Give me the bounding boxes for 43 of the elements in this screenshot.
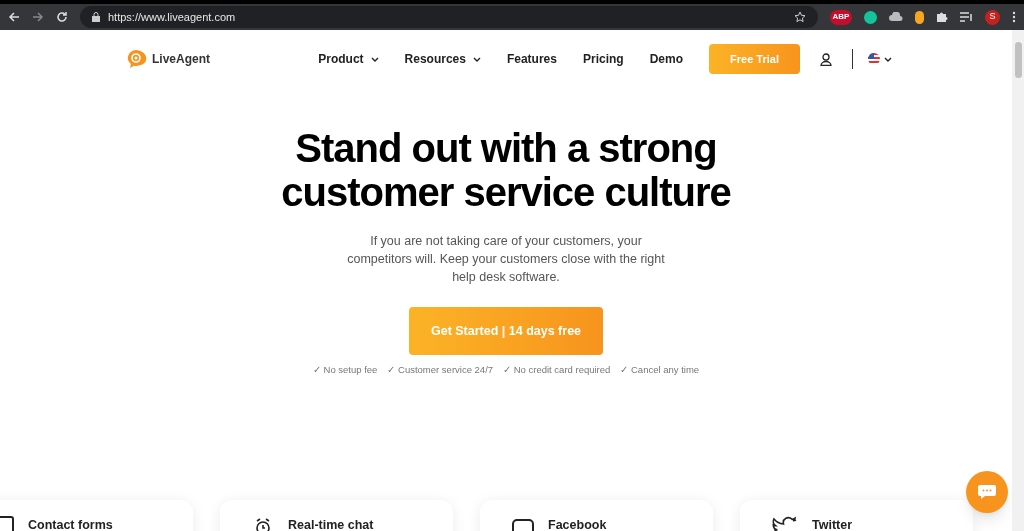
hero-subtitle: If you are not taking care of your customers, your competitors will. Keep your customers close with the right help desk software. [346, 233, 666, 286]
nav-link[interactable]: Demo [649, 50, 683, 68]
perk-text: ✓ No credit card required [503, 363, 611, 377]
cloud-icon[interactable] [889, 12, 903, 22]
feature-card[interactable]: Facebook [480, 500, 713, 531]
adblock-extension-icon[interactable]: ABP [830, 9, 852, 25]
puzzle-icon[interactable] [936, 11, 948, 23]
back-icon[interactable] [8, 11, 20, 23]
nav-link[interactable]: Features [506, 50, 557, 68]
perk-text: ✓ No setup fee [312, 363, 378, 377]
flag-icon [868, 53, 880, 65]
user-icon[interactable] [820, 52, 832, 66]
card-title: Facebook [548, 517, 607, 531]
address-bar[interactable]: https://www.liveagent.com [80, 6, 818, 28]
logo-text[interactable]: LiveAgent [152, 50, 210, 68]
lock-icon [92, 12, 100, 22]
card-title: Contact forms [28, 517, 113, 531]
feature-card[interactable]: Twitter [740, 500, 973, 531]
extension-icon[interactable] [864, 10, 877, 24]
extension-icon[interactable] [915, 10, 924, 24]
perk-text: ✓ Customer service 24/7 [387, 363, 494, 377]
menu-icon[interactable] [1012, 11, 1016, 23]
star-icon[interactable] [794, 11, 806, 23]
scrollbar[interactable] [1012, 30, 1024, 531]
forward-icon[interactable] [32, 11, 44, 23]
url-text: https://www.liveagent.com [108, 9, 237, 25]
reload-icon[interactable] [56, 11, 68, 23]
hero-heading: Stand out with a strong customer service culture [280, 126, 732, 214]
chevron-down-icon [884, 56, 892, 62]
nav-link[interactable]: Product [318, 50, 379, 68]
nav-link[interactable]: Resources [404, 50, 481, 68]
language-selector[interactable] [868, 53, 892, 65]
logo-icon [126, 49, 148, 69]
card-title: Twitter [812, 517, 853, 531]
profile-avatar[interactable]: S [985, 9, 1000, 25]
bird-icon [772, 516, 798, 531]
card-title: Real-time chat [288, 517, 374, 531]
playlist-icon[interactable] [960, 11, 973, 23]
perk-text: ✓ Cancel any time [620, 363, 700, 377]
feature-card[interactable]: Real-time chat [220, 500, 453, 531]
chat-bubble-icon [977, 484, 997, 500]
nav-link[interactable]: Pricing [582, 50, 624, 68]
feature-card[interactable]: Contact forms [0, 500, 193, 531]
